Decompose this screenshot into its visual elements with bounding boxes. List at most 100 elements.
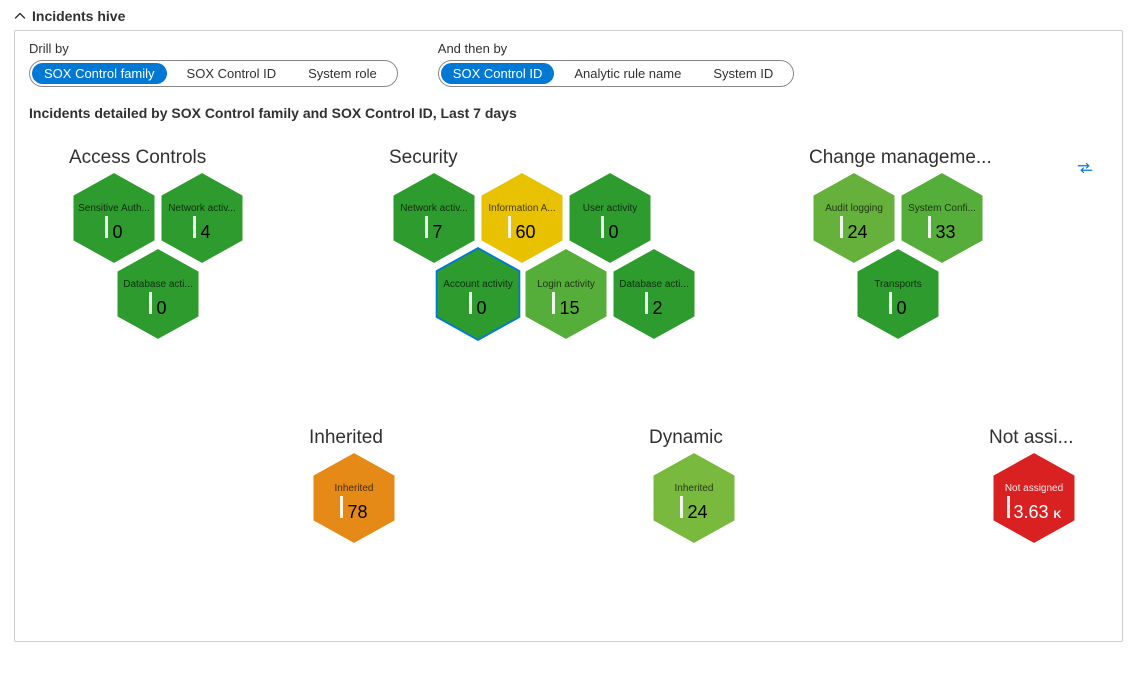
hex-cell[interactable]: System Confi... 33 (897, 173, 987, 263)
hex-cell[interactable]: Login activity 15 (521, 249, 611, 339)
hex-label: Network activ... (400, 203, 468, 214)
hex-number: 3.63 (1014, 502, 1049, 523)
hex-cell[interactable]: Database acti... 0 (113, 249, 203, 339)
hex-bar-indicator (840, 216, 843, 238)
cluster: Change manageme... Audit logging 24 System … (809, 147, 1075, 355)
hex-value: 60 (508, 216, 535, 243)
drill-row: Drill by SOX Control family SOX Control I… (29, 41, 1108, 87)
hex-bar-indicator (193, 216, 196, 238)
drill-secondary-pillbar: SOX Control ID Analytic rule name System I… (438, 60, 795, 87)
hex-label: User activity (583, 203, 637, 214)
hex-number: 2 (652, 298, 662, 319)
hex-number: 60 (515, 222, 535, 243)
cluster: InheritedInherited78 (309, 427, 487, 559)
hex-cell[interactable]: Not assigned3.63K (989, 453, 1079, 543)
hex-number: 78 (347, 502, 367, 523)
hex-label: Audit logging (825, 203, 883, 214)
hex-bar-indicator (601, 216, 604, 238)
hex-cell[interactable]: Network activ...4 (157, 173, 247, 263)
drill-primary-pillbar: SOX Control family SOX Control ID System r… (29, 60, 398, 87)
drill-by-label: Drill by (29, 41, 398, 56)
hex-cell[interactable]: Sensitive Auth... 0 (69, 173, 159, 263)
hex-label: Database acti... (123, 279, 192, 290)
hex-number: 0 (476, 298, 486, 319)
panel: Drill by SOX Control family SOX Control I… (14, 30, 1123, 642)
hex-bar-indicator (1007, 496, 1010, 518)
cluster: Not assi...Not assigned3.63K (989, 427, 1137, 559)
hex-value: 0 (149, 292, 166, 319)
hex-label: Login activity (537, 279, 595, 290)
hex-label: System Confi... (908, 203, 976, 214)
hex-suffix: K (1054, 509, 1062, 521)
cluster-title: Security (389, 147, 743, 169)
hex-number: 24 (847, 222, 867, 243)
hex-group: Network activ... 7 Information A... 60 User … (389, 173, 743, 355)
hex-bar-indicator (680, 496, 683, 518)
cluster: Security Network activ... 7 Information A..… (389, 147, 743, 355)
hex-bar-indicator (928, 216, 931, 238)
hex-group: Not assigned3.63K (989, 453, 1137, 559)
hex-label: Account activity (443, 279, 512, 290)
drill-primary-option[interactable]: System role (296, 63, 389, 84)
hex-number: 0 (896, 298, 906, 319)
drill-secondary-option[interactable]: SOX Control ID (441, 63, 555, 84)
hex-label: Transports (874, 279, 921, 290)
hex-cell[interactable]: Transports 0 (853, 249, 943, 339)
hex-group: Inherited24 (649, 453, 827, 559)
hex-bar-indicator (508, 216, 511, 238)
drill-secondary-option[interactable]: Analytic rule name (562, 63, 693, 84)
subtitle: Incidents detailed by SOX Control family… (29, 105, 1108, 121)
hex-cell[interactable]: Inherited24 (649, 453, 739, 543)
hex-number: 24 (687, 502, 707, 523)
cluster-title: Not assi... (989, 427, 1137, 449)
cluster: Dynamic Inherited24 (649, 427, 827, 559)
chevron-up-icon (14, 10, 26, 22)
hex-number: 15 (559, 298, 579, 319)
drill-secondary-option[interactable]: System ID (701, 63, 785, 84)
hex-cell[interactable]: Database acti... 2 (609, 249, 699, 339)
hex-number: 0 (112, 222, 122, 243)
hex-label: Sensitive Auth... (78, 203, 150, 214)
hex-cell[interactable]: Network activ... 7 (389, 173, 479, 263)
hex-number: 33 (935, 222, 955, 243)
hex-value: 78 (340, 496, 367, 523)
hex-cell[interactable]: Audit logging 24 (809, 173, 899, 263)
hex-bar-indicator (469, 292, 472, 314)
hex-value: 0 (889, 292, 906, 319)
hex-value: 7 (425, 216, 442, 243)
hex-bar-indicator (552, 292, 555, 314)
hex-value: 33 (928, 216, 955, 243)
hex-bar-indicator (425, 216, 428, 238)
cluster-title: Access Controls (69, 147, 335, 169)
drill-primary-option[interactable]: SOX Control ID (175, 63, 289, 84)
hex-bar-indicator (105, 216, 108, 238)
drill-secondary-group: And then by SOX Control IDAnalytic rule … (438, 41, 795, 87)
hex-group: Audit logging 24 System Confi... 33 Transpor… (809, 173, 1075, 355)
hex-cell[interactable]: Inherited78 (309, 453, 399, 543)
hex-value: 15 (552, 292, 579, 319)
hex-value: 0 (469, 292, 486, 319)
hex-number: 0 (156, 298, 166, 319)
hex-value: 4 (193, 216, 210, 243)
hive-area: Access ControlsSensitive Auth...0Network… (29, 147, 1108, 627)
hex-cell[interactable]: Account activity 0 (433, 249, 523, 339)
drill-primary-option[interactable]: SOX Control family (32, 63, 167, 84)
hex-number: 4 (200, 222, 210, 243)
hex-value: 0 (601, 216, 618, 243)
hex-label: Database acti... (619, 279, 688, 290)
hex-value: 3.63 K (1007, 496, 1062, 523)
hex-cell[interactable]: Information A... 60 (477, 173, 567, 263)
cluster-title: Change manageme... (809, 147, 1075, 169)
hex-number: 0 (608, 222, 618, 243)
hex-value: 0 (105, 216, 122, 243)
section-header[interactable]: Incidents hive (0, 0, 1137, 30)
hex-value: 24 (680, 496, 707, 523)
cluster-title: Dynamic (649, 427, 827, 449)
hex-cell[interactable]: User activity 0 (565, 173, 655, 263)
hex-bar-indicator (645, 292, 648, 314)
hex-bar-indicator (340, 496, 343, 518)
hex-value: 24 (840, 216, 867, 243)
hex-value: 2 (645, 292, 662, 319)
hex-group: Sensitive Auth...0Network activ...4Datab… (69, 173, 335, 355)
hex-label: Information A... (488, 203, 555, 214)
